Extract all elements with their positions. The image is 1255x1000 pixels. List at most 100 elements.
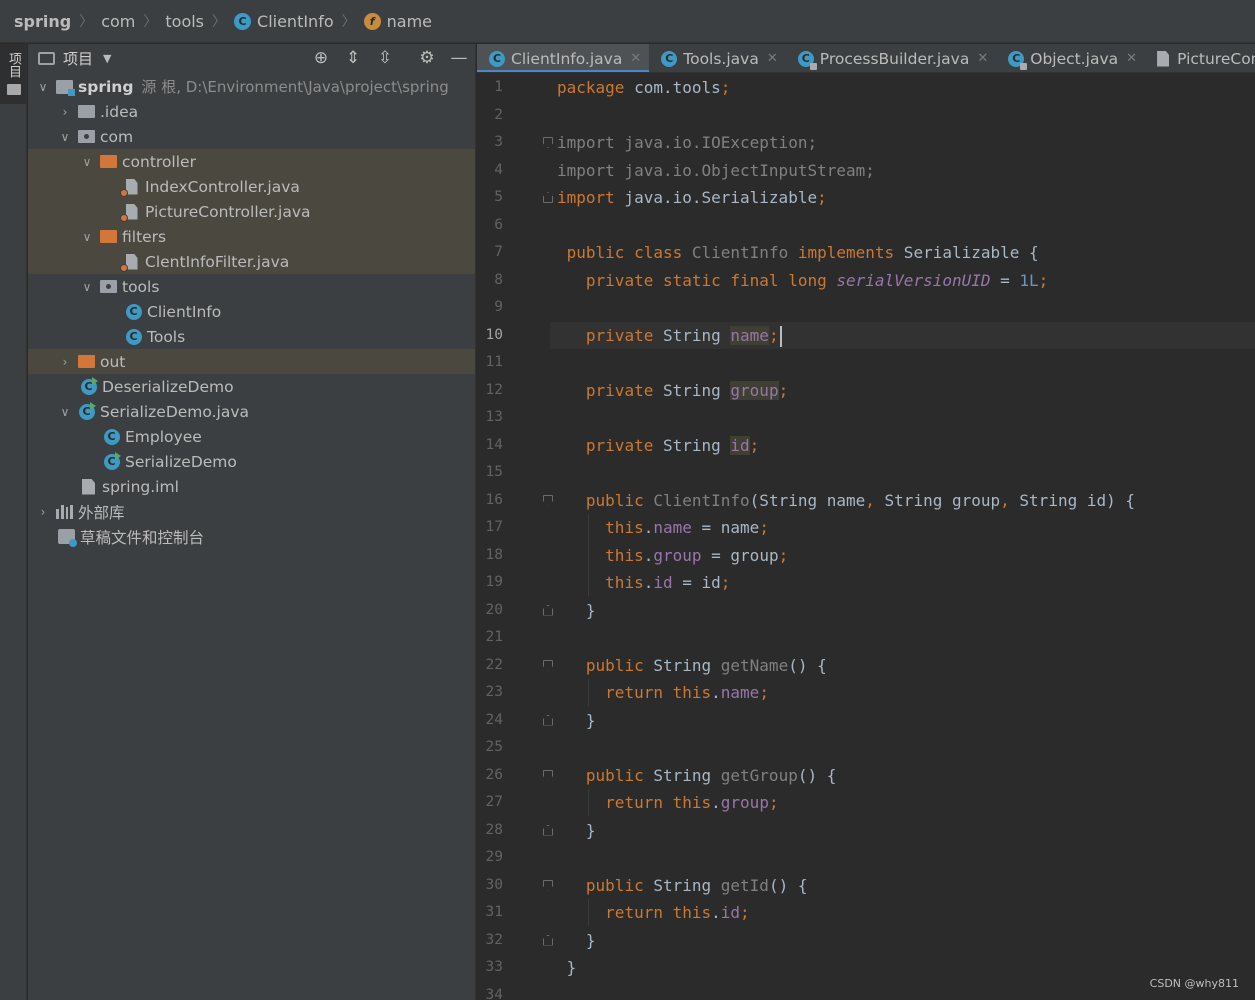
class-icon: C — [489, 50, 505, 67]
class-icon: C — [125, 328, 142, 345]
line-number: 10 — [485, 326, 503, 343]
tree-item-out[interactable]: › out — [28, 349, 475, 374]
breadcrumb: spring 〉 com 〉 tools 〉 C ClientInfo 〉 f … — [0, 0, 1255, 43]
tree-item-label: IndexController.java — [145, 177, 300, 196]
text-caret — [779, 325, 782, 347]
editor-tab-bar: C ClientInfo.java ✕ C Tools.java ✕ C Pro… — [477, 44, 1255, 73]
code-line: } — [557, 930, 596, 950]
tree-item-label: filters — [122, 227, 167, 246]
tab-label: Object.java — [1030, 49, 1119, 68]
tree-item-tools[interactable]: ∨ tools — [28, 274, 475, 299]
line-number: 13 — [485, 409, 503, 425]
tree-item-com[interactable]: ∨ com — [28, 124, 475, 149]
chevron-right-icon: 〉 — [143, 14, 158, 30]
library-class-icon: C — [1008, 50, 1028, 70]
breadcrumb-tools[interactable]: tools — [165, 12, 204, 31]
chevron-down-icon[interactable]: ∨ — [80, 155, 94, 169]
tree-item-label: tools — [122, 277, 160, 296]
java-file-icon — [120, 178, 140, 197]
tree-item-label: spring — [78, 77, 134, 96]
line-number-gutter[interactable]: 1 2 3 4 5 6 7 8 9 10 11 12 13 14 15 16 17 18 19 20 21 22 23 24 2… — [477, 74, 553, 1000]
tree-item-clientinfo[interactable]: C ClientInfo — [28, 299, 475, 324]
watermark: CSDN @why811 — [1149, 977, 1239, 990]
tab-processbuilder[interactable]: C ProcessBuilder.java ✕ — [786, 44, 997, 72]
tab-tools[interactable]: C Tools.java ✕ — [649, 44, 786, 72]
class-icon: C — [234, 12, 252, 30]
chevron-down-icon[interactable]: ∨ — [80, 280, 94, 294]
chevron-right-icon[interactable]: › — [58, 105, 72, 119]
project-tool-tab[interactable]: 项目 — [0, 44, 27, 104]
line-number: 7 — [494, 244, 503, 260]
tab-label: PictureContro — [1177, 49, 1255, 68]
tree-item-tools-class[interactable]: C Tools — [28, 324, 475, 349]
tree-item-idea[interactable]: › .idea — [28, 99, 475, 124]
code-area[interactable]: package com.tools; import java.io.IOExce… — [550, 74, 1255, 1000]
tree-item-serializedemo[interactable]: C SerializeDemo — [28, 449, 475, 474]
tree-item-label: com — [100, 127, 134, 146]
line-number: 4 — [494, 161, 503, 178]
chevron-down-icon[interactable]: ∨ — [80, 230, 94, 244]
breadcrumb-clientinfo[interactable]: C ClientInfo — [234, 12, 334, 31]
project-panel-title[interactable]: 项目 — [63, 48, 93, 69]
breadcrumb-project[interactable]: spring — [14, 12, 71, 31]
code-line: return this.name; — [605, 683, 769, 702]
chevron-down-icon[interactable]: ∨ — [36, 80, 50, 94]
line-number: 22 — [485, 656, 503, 673]
collapse-all-icon[interactable]: ⇳ — [374, 47, 396, 69]
tree-item-indexcontroller[interactable]: IndexController.java — [28, 174, 475, 199]
iml-file-icon — [80, 478, 97, 495]
chevron-down-icon[interactable]: ∨ — [58, 405, 72, 419]
runnable-class-icon: C — [78, 402, 96, 420]
breadcrumb-com[interactable]: com — [101, 12, 135, 31]
chevron-right-icon: 〉 — [79, 14, 94, 30]
chevron-right-icon[interactable]: › — [36, 505, 50, 519]
tree-item-deserializedemo[interactable]: C DeserializeDemo — [28, 374, 475, 399]
tree-item-scratches[interactable]: 草稿文件和控制台 — [28, 524, 475, 549]
tab-clientinfo[interactable]: C ClientInfo.java ✕ — [477, 44, 650, 72]
line-number: 2 — [494, 106, 503, 123]
tree-item-external-libraries[interactable]: › 外部库 — [28, 499, 475, 524]
chevron-down-icon[interactable]: ▼ — [103, 52, 111, 65]
tree-item-controller[interactable]: ∨ controller — [28, 149, 475, 174]
close-icon[interactable]: ✕ — [977, 51, 988, 66]
tab-object[interactable]: C Object.java ✕ — [996, 44, 1145, 72]
breadcrumb-name[interactable]: f name — [363, 12, 432, 31]
code-editor: C ClientInfo.java ✕ C Tools.java ✕ C Pro… — [477, 44, 1255, 1000]
java-file-icon — [120, 253, 140, 272]
gear-icon[interactable]: ⚙ — [416, 47, 438, 69]
class-icon: C — [661, 50, 678, 67]
folder-icon — [78, 103, 95, 120]
expand-all-icon[interactable]: ⇕ — [342, 47, 364, 69]
tree-item-filters[interactable]: ∨ filters — [28, 224, 475, 249]
project-view-icon — [38, 51, 55, 65]
code-line: package com.tools; — [557, 78, 731, 97]
code-line-current: private String name; — [550, 321, 1255, 349]
line-number: 32 — [485, 931, 503, 948]
tree-item-spring[interactable]: ∨ spring 源 根, D:\Environment\Java\projec… — [28, 74, 475, 99]
library-icon — [56, 503, 73, 520]
code-line: public class ClientInfo implements Seria… — [566, 243, 1039, 262]
tree-item-employee[interactable]: C Employee — [28, 424, 475, 449]
chevron-right-icon[interactable]: › — [58, 355, 72, 369]
tree-item-serializedemo-file[interactable]: ∨ C SerializeDemo.java — [28, 399, 475, 424]
minimize-icon[interactable]: — — [448, 47, 470, 69]
code-line: public String getId() { — [585, 875, 808, 895]
tree-item-label: Tools — [147, 327, 186, 346]
scratch-icon — [58, 528, 77, 547]
tree-item-picturecontroller[interactable]: PictureController.java — [28, 199, 475, 224]
code-line: this.id = id; — [605, 573, 731, 592]
close-icon[interactable]: ✕ — [630, 51, 641, 66]
close-icon[interactable]: ✕ — [1126, 51, 1137, 66]
code-line: } — [557, 600, 596, 620]
java-file-icon — [1157, 50, 1170, 67]
tree-item-label: SerializeDemo.java — [100, 402, 250, 421]
code-line: public String getName() { — [585, 655, 827, 675]
chevron-down-icon[interactable]: ∨ — [58, 130, 72, 144]
library-class-icon: C — [797, 50, 817, 70]
tree-item-spring-iml[interactable]: spring.iml — [28, 474, 475, 499]
close-icon[interactable]: ✕ — [767, 51, 778, 66]
tab-picturecontroller[interactable]: PictureContro — [1145, 44, 1255, 72]
indent-guide — [588, 789, 589, 816]
tree-item-clentinfofilter[interactable]: ClentInfoFilter.java — [28, 249, 475, 274]
locate-icon[interactable]: ⊕ — [310, 47, 332, 69]
